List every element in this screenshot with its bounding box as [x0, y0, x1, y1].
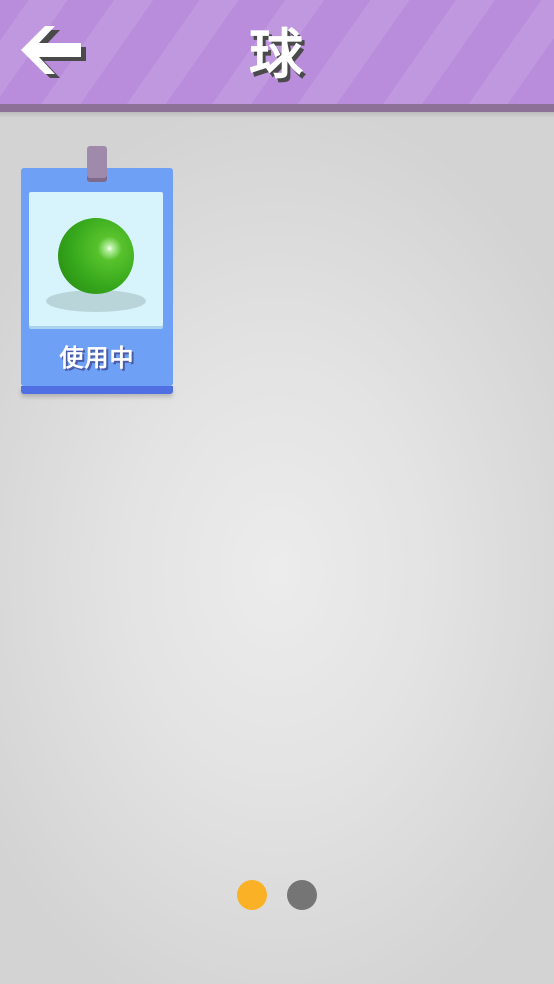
- item-preview: [29, 192, 163, 326]
- page-dot-2[interactable]: [287, 880, 317, 910]
- header-drop-shadow: [0, 112, 554, 118]
- header-bottom-edge: [0, 104, 554, 112]
- page-title: 球: [249, 23, 305, 86]
- item-status-label: 使用中: [59, 344, 135, 372]
- green-ball-icon: [58, 218, 134, 294]
- page-dot-1[interactable]: [237, 880, 267, 910]
- header-bar: 球: [0, 0, 554, 104]
- card-bottom-edge: [21, 386, 173, 394]
- item-card-green-ball[interactable]: 使用中: [21, 146, 173, 394]
- card-clip-icon: [87, 146, 107, 182]
